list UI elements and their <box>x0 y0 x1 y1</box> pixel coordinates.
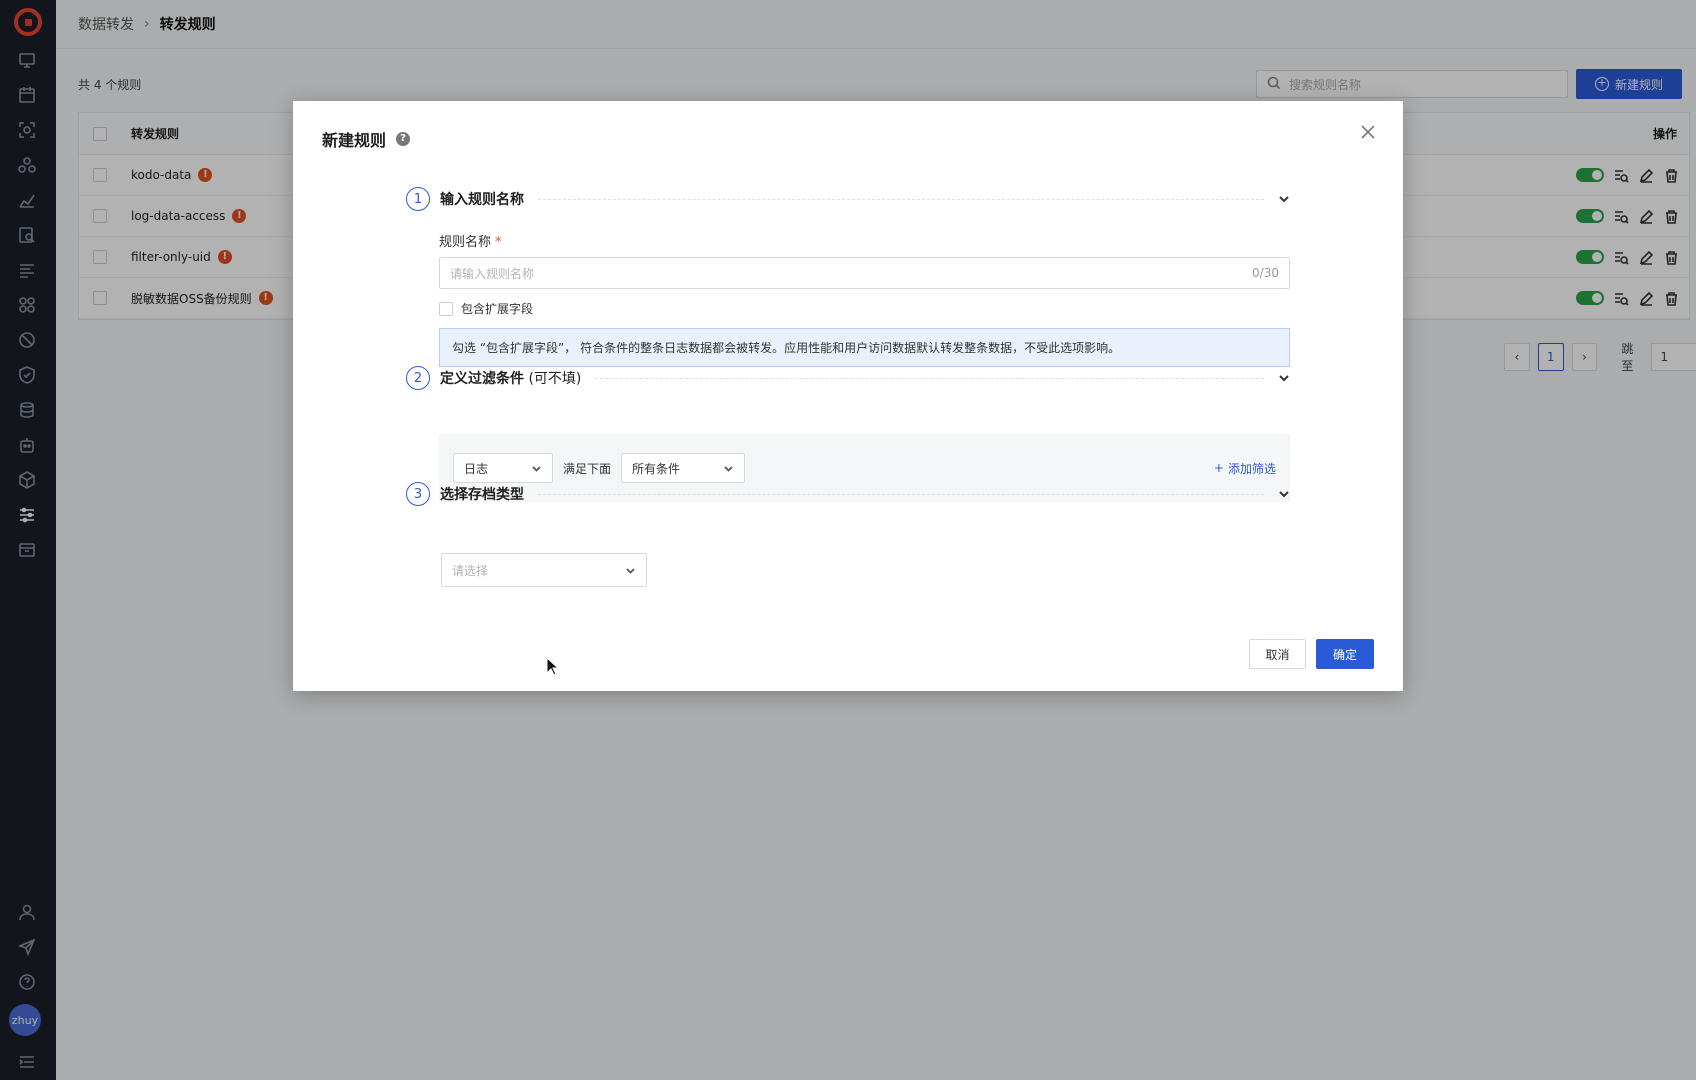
archive-type-select[interactable]: 请选择 <box>441 553 647 587</box>
step-title-text: 定义过滤条件 <box>440 371 524 387</box>
source-select-value: 日志 <box>464 461 489 476</box>
include-ext-checkbox[interactable] <box>439 301 453 316</box>
required-mark: * <box>495 235 502 250</box>
step-title: 选择存档类型 <box>440 487 524 503</box>
confirm-button[interactable]: 确定 <box>1316 639 1374 669</box>
step-divider <box>595 377 1264 379</box>
step-number: 2 <box>406 366 430 390</box>
rule-name-placeholder: 请输入规则名称 <box>450 266 535 281</box>
char-counter: 0/30 <box>1252 266 1279 280</box>
step-2-header[interactable]: 2 定义过滤条件 (可不填) <box>406 366 1290 390</box>
step-3-header[interactable]: 3 选择存档类型 <box>406 482 1290 506</box>
condition-select[interactable]: 所有条件 <box>621 453 746 483</box>
dialog-title-text: 新建规则 <box>322 131 387 150</box>
dialog-title: 新建规则 ? <box>322 127 411 151</box>
new-rule-dialog: 新建规则 ? 1 输入规则名称 规则名称 * 请输入规则名称 0/30 包含扩展字… <box>293 101 1403 691</box>
mouse-cursor-icon <box>546 657 560 676</box>
step-divider <box>538 493 1264 495</box>
step-divider <box>538 198 1264 200</box>
chevron-down-icon <box>724 465 733 472</box>
step-number: 1 <box>406 187 430 211</box>
satisfy-label: 满足下面 <box>563 461 612 476</box>
step-title: 定义过滤条件 (可不填) <box>440 368 581 388</box>
include-ext-label[interactable]: 包含扩展字段 <box>461 300 533 317</box>
condition-select-value: 所有条件 <box>632 461 681 476</box>
chevron-down-icon[interactable] <box>1278 193 1290 205</box>
chevron-down-icon[interactable] <box>1278 372 1290 384</box>
add-filter-label: 添加筛选 <box>1227 461 1276 476</box>
cancel-button[interactable]: 取消 <box>1249 639 1306 669</box>
rule-name-input[interactable]: 请输入规则名称 0/30 <box>439 257 1290 289</box>
step-number: 3 <box>406 482 430 506</box>
source-select[interactable]: 日志 <box>453 453 553 483</box>
close-icon[interactable] <box>1359 123 1377 141</box>
archive-type-placeholder: 请选择 <box>452 563 489 578</box>
rule-name-label-text: 规则名称 <box>439 235 492 250</box>
plus-icon: + <box>1213 461 1224 475</box>
help-icon[interactable]: ? <box>396 132 411 146</box>
include-ext-fields[interactable]: 包含扩展字段 <box>439 300 533 317</box>
add-filter-button[interactable]: + 添加筛选 <box>1214 460 1276 477</box>
step-title: 输入规则名称 <box>440 192 524 208</box>
rule-name-label: 规则名称 * <box>439 231 502 250</box>
info-text: 勾选 “包含扩展字段”， 符合条件的整条日志数据都会被转发。应用性能和用户访问数… <box>452 341 1121 355</box>
step-1-header[interactable]: 1 输入规则名称 <box>406 187 1290 211</box>
optional-note: (可不填) <box>524 371 582 387</box>
chevron-down-icon <box>532 465 541 472</box>
chevron-down-icon[interactable] <box>1278 488 1290 500</box>
info-alert: 勾选 “包含扩展字段”， 符合条件的整条日志数据都会被转发。应用性能和用户访问数… <box>439 328 1290 367</box>
chevron-down-icon <box>626 567 635 574</box>
